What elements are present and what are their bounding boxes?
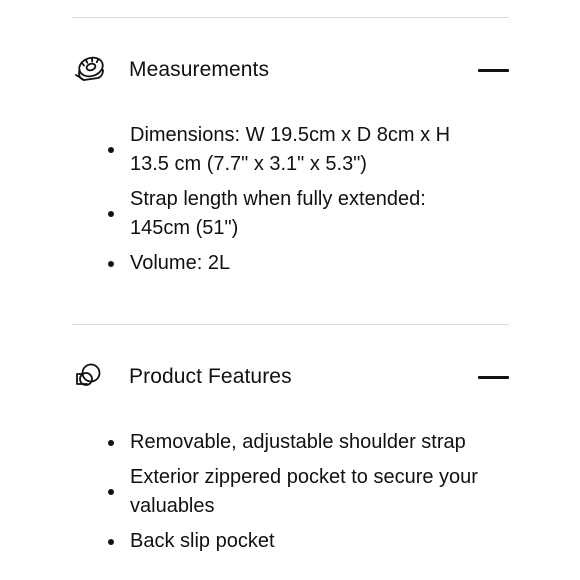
list-item-text: Removable, adjustable shoulder strap xyxy=(130,431,466,453)
list-item-text: Dimensions: W 19.5cm x D 8cm x H 13.5 cm… xyxy=(130,124,451,175)
bullet-icon xyxy=(108,211,114,217)
list-item: Back slip pocket xyxy=(100,527,480,556)
list-item-text: Volume: 2L xyxy=(130,252,231,274)
list-item: Volume: 2L xyxy=(100,249,480,278)
section-title: Product Features xyxy=(129,365,292,388)
minus-icon xyxy=(478,375,509,379)
divider xyxy=(72,324,509,325)
list-item-text: Strap length when fully extended: 145cm … xyxy=(130,188,426,239)
collapse-toggle-button[interactable] xyxy=(477,361,509,393)
measuring-tape-icon xyxy=(72,53,106,87)
product-features-list: Removable, adjustable shoulder strap Ext… xyxy=(100,428,480,562)
section-title: Measurements xyxy=(129,58,270,81)
list-item: Exterior zippered pocket to secure your … xyxy=(100,463,480,521)
measurements-list: Dimensions: W 19.5cm x D 8cm x H 13.5 cm… xyxy=(100,121,480,284)
bullet-icon xyxy=(108,489,114,495)
list-item-text: Back slip pocket xyxy=(130,530,275,552)
measurements-section-header[interactable]: Measurements xyxy=(72,48,509,92)
bullet-icon xyxy=(108,439,114,446)
list-item-text: Exterior zippered pocket to secure your … xyxy=(130,466,478,517)
product-features-section-header[interactable]: Product Features xyxy=(72,355,509,399)
overlapping-shapes-icon xyxy=(72,360,106,394)
list-item: Dimensions: W 19.5cm x D 8cm x H 13.5 cm… xyxy=(100,121,480,179)
list-item: Strap length when fully extended: 145cm … xyxy=(100,185,480,243)
collapse-toggle-button[interactable] xyxy=(477,54,509,86)
product-details-accordion: Measurements Dimensions: W 19.5cm x D 8c… xyxy=(0,0,580,580)
minus-icon xyxy=(478,68,509,72)
bullet-icon xyxy=(108,538,114,545)
divider xyxy=(72,17,509,18)
list-item: Removable, adjustable shoulder strap xyxy=(100,428,480,457)
bullet-icon xyxy=(108,260,114,267)
bullet-icon xyxy=(108,147,114,153)
